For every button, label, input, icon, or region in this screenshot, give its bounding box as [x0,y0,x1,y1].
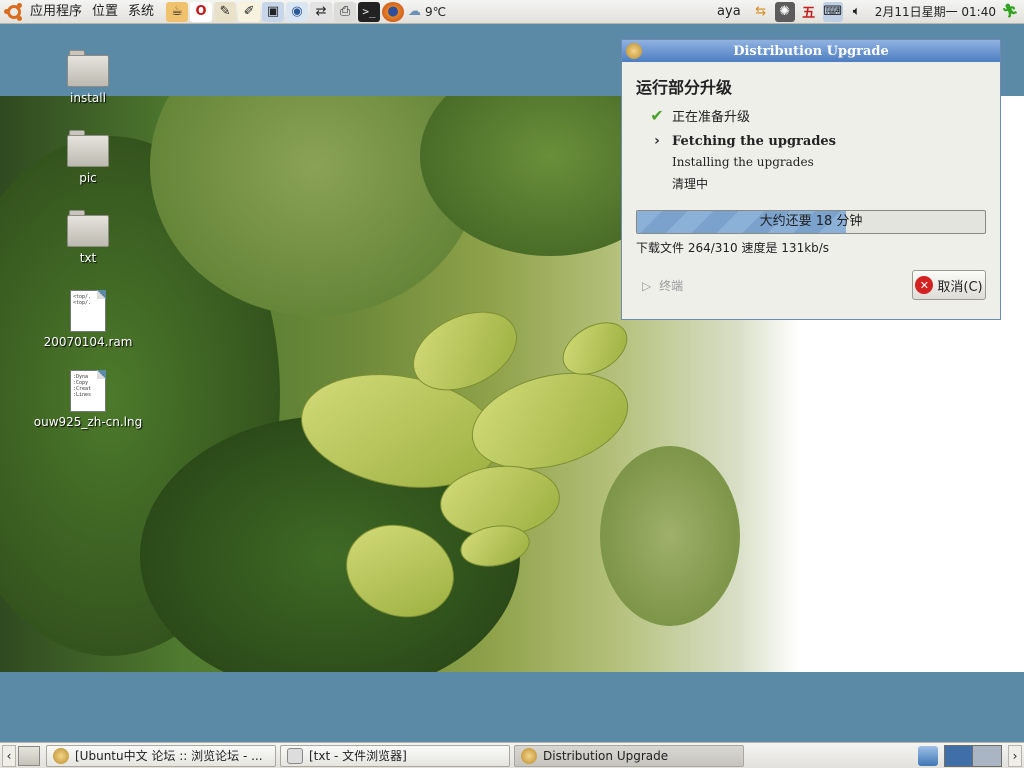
task-label: Distribution Upgrade [543,748,669,763]
menu-system[interactable]: 系统 [126,0,162,24]
folder-icon [67,130,109,168]
menu-applications[interactable]: 应用程序 [28,0,90,24]
desktop-icon-ram-file[interactable]: <top/. <top/. 20070104.ram [38,290,138,349]
step-label: Fetching the upgrades [672,133,837,149]
upgrade-progress-bar: 大约还要 18 分钟 [636,210,986,234]
firefox-icon[interactable]: ● [382,1,405,22]
tools-icon[interactable]: ✎ [214,1,237,22]
launchers: ☕ O ✎ ✐ ▣ ◉ ⇄ ⎙ >_ ● ☁ 9℃ [166,1,446,22]
opera-icon[interactable]: O [190,1,213,22]
download-status: 下载文件 264/310 速度是 131kb/s [636,241,830,255]
chevron-right-icon: › [654,133,660,149]
desktop-icon-label: install [70,91,106,105]
terminal-expander[interactable]: ▷ 终端 [636,277,683,294]
step-installing: Installing the upgrades [636,155,986,169]
step-label: 清理中 [672,177,709,191]
menu-places[interactable]: 位置 [90,0,126,24]
top-panel: 应用程序 位置 系统 ☕ O ✎ ✐ ▣ ◉ ⇄ ⎙ >_ ● ☁ 9℃ aya… [0,0,1024,24]
terminal-icon[interactable]: >_ [358,1,381,22]
cancel-icon: ✕ [915,276,934,294]
taskbar-item-forum[interactable]: [Ubuntu中文 论坛 :: 浏览论坛 - ... [46,744,276,767]
computer-icon[interactable]: ⌨ [822,1,843,22]
weather-temperature[interactable]: 9℃ [425,5,446,19]
step-label: 正在准备升级 [672,110,751,125]
main-menu: 应用程序 位置 系统 [0,0,162,24]
file-browser-icon [287,747,303,764]
network-arrows-icon[interactable]: ⇆ [751,2,771,22]
sparkle-icon[interactable]: ✺ [774,1,795,22]
folder-icon [67,210,109,248]
user-name[interactable]: aya [717,4,741,19]
volume-icon[interactable]: 🔈︎ [847,2,867,22]
dialog-title: Distribution Upgrade [733,43,889,59]
text-file-icon: :Dyna :Copy :Creat :Lines [70,370,106,412]
desktop-icon-txt[interactable]: txt [38,210,138,265]
task-label: [Ubuntu中文 论坛 :: 浏览论坛 - ... [75,749,263,763]
weather-icon[interactable]: ☁ [408,4,421,19]
trash-icon[interactable] [918,745,938,766]
eye-icon[interactable]: ◉ [286,1,309,22]
network-icon[interactable]: ⇄ [310,1,333,22]
clock[interactable]: 2月11日星期一 01:40 [875,3,996,20]
upgrade-app-icon [521,747,537,764]
desktop-icon-lng-file[interactable]: :Dyna :Copy :Creat :Lines ouw925_zh-cn.l… [34,370,142,429]
run-icon[interactable]: 🏃︎ [1000,2,1020,22]
text-file-icon: <top/. <top/. [70,290,106,332]
chevron-right-icon: › [1012,748,1018,763]
desktop-icon-label: ouw925_zh-cn.lng [33,415,143,429]
scroll-right-button[interactable]: › [1008,744,1022,767]
progress-text: 大约还要 18 分钟 [759,214,863,229]
printer-icon[interactable]: ⎙ [334,1,357,22]
lotus-icon[interactable]: ☕ [166,1,189,22]
step-label: Installing the upgrades [672,155,814,169]
step-cleaning: 清理中 [636,175,986,192]
input-method-icon[interactable]: 五 [799,2,819,22]
desktop-icon-label: pic [79,171,97,185]
desktop-icon-pic[interactable]: pic [38,130,138,185]
desktop-icon-install[interactable]: install [38,50,138,105]
step-preparing: ✔ 正在准备升级 [636,106,986,125]
cancel-button[interactable]: ✕ 取消(C) [912,270,986,300]
cancel-label: 取消(C) [937,279,983,295]
step-fetching: › Fetching the upgrades [636,133,986,149]
taskbar-item-distribution-upgrade[interactable]: Distribution Upgrade [514,744,744,767]
workspace-switcher [944,744,1002,767]
browser-icon [53,747,69,764]
show-desktop-button[interactable] [18,745,40,766]
editor-icon[interactable]: ✐ [238,1,261,22]
dialog-heading: 运行部分升级 [636,78,733,97]
desktop-icon-label: txt [79,251,97,265]
task-label: [txt - 文件浏览器] [309,749,407,763]
workspace-2[interactable] [973,745,1001,766]
monitor-icon[interactable]: ▣ [262,1,285,22]
scroll-left-button[interactable]: ‹ [2,744,16,767]
workspace-1[interactable] [945,745,973,766]
distribution-upgrade-dialog: Distribution Upgrade 运行部分升级 ✔ 正在准备升级 › F… [621,39,1001,320]
chevron-left-icon: ‹ [6,748,12,763]
checkmark-icon: ✔ [650,106,664,125]
terminal-label: 终端 [659,278,684,293]
taskbar-item-file-browser[interactable]: [txt - 文件浏览器] [280,744,510,767]
dialog-title-bar[interactable]: Distribution Upgrade [622,40,1000,62]
bottom-panel: ‹ [Ubuntu中文 论坛 :: 浏览论坛 - ... [txt - 文件浏览… [0,742,1024,768]
expander-triangle-icon: ▷ [642,278,652,293]
dialog-content: 运行部分升级 ✔ 正在准备升级 › Fetching the upgrades … [622,62,1000,310]
system-tray: aya ⇆ ✺ 五 ⌨ 🔈︎ 2月11日星期一 01:40 🏃︎ [717,1,1024,22]
ubuntu-logo-icon[interactable] [4,2,24,22]
folder-icon [67,50,109,88]
desktop-icon-label: 20070104.ram [43,335,133,349]
